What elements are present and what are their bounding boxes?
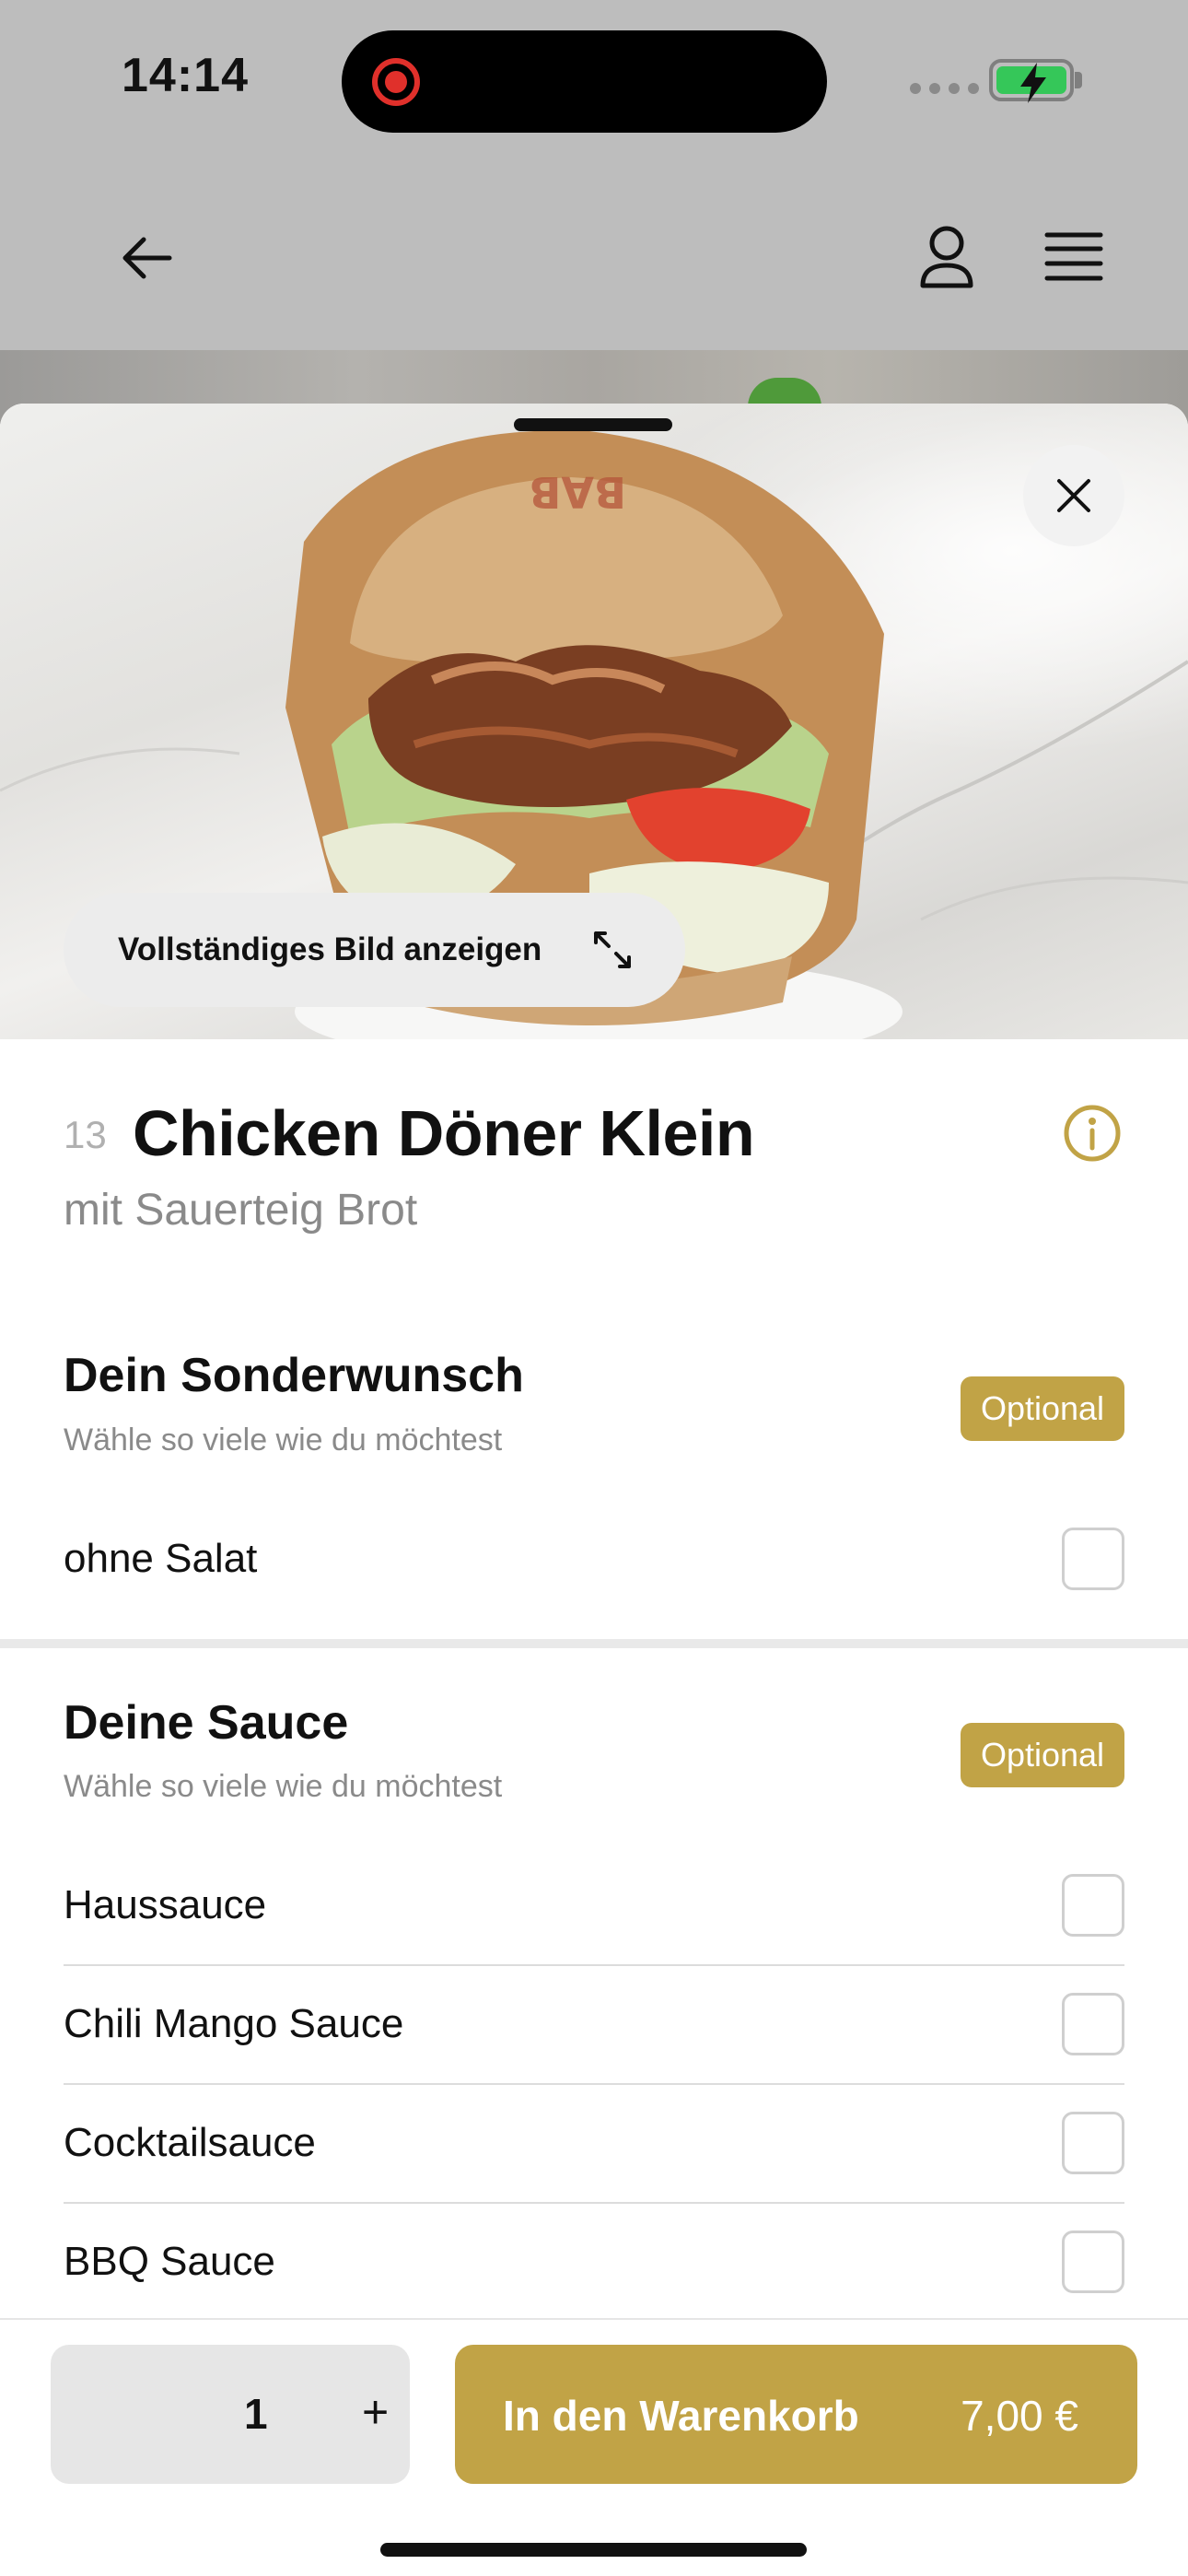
product-image[interactable]: BAB Vollständiges Bild anzeigen — [0, 404, 1188, 1039]
product-number: 13 — [64, 1113, 107, 1156]
option-cocktailsauce[interactable]: Cocktailsauce — [64, 2083, 1124, 2202]
expand-icon — [594, 931, 631, 968]
show-full-image-button[interactable]: Vollständiges Bild anzeigen — [64, 893, 685, 1007]
show-full-image-label: Vollständiges Bild anzeigen — [118, 931, 542, 967]
quantity-plus-button[interactable]: + — [362, 2385, 389, 2439]
option-label: BBQ Sauce — [64, 2238, 275, 2284]
group-hint-sauce: Wähle so viele wie du möchtest — [64, 1769, 503, 1804]
group-hint-sonderwunsch: Wähle so viele wie du möchtest — [64, 1423, 503, 1458]
sheet-grabber[interactable] — [514, 418, 672, 431]
option-label: ohne Salat — [64, 1535, 258, 1581]
close-button[interactable] — [1023, 445, 1124, 546]
option-label: Chili Mango Sauce — [64, 2000, 404, 2046]
option-haussauce[interactable]: Haussauce — [64, 1845, 1124, 1964]
quantity-stepper[interactable]: 1 + — [51, 2345, 410, 2484]
option-checkbox[interactable] — [1062, 1527, 1124, 1590]
option-checkbox[interactable] — [1062, 2111, 1124, 2174]
option-bbq-sauce[interactable]: BBQ Sauce — [64, 2202, 1124, 2321]
status-time: 14:14 — [122, 49, 249, 102]
option-label: Cocktailsauce — [64, 2119, 316, 2165]
background-app-header: 14:14 — [0, 0, 1188, 405]
optional-badge: Optional — [961, 1723, 1124, 1787]
info-icon[interactable] — [1063, 1104, 1122, 1163]
cart-price: 7,00 € — [961, 2392, 1078, 2440]
option-chili-mango-sauce[interactable]: Chili Mango Sauce — [64, 1964, 1124, 2083]
option-checkbox[interactable] — [1062, 1992, 1124, 2055]
screen-recording-icon — [372, 58, 420, 106]
optional-badge: Optional — [961, 1376, 1124, 1441]
add-to-cart-button[interactable]: In den Warenkorb 7,00 € — [455, 2345, 1137, 2484]
home-indicator[interactable] — [380, 2543, 807, 2557]
option-checkbox[interactable] — [1062, 2230, 1124, 2293]
product-sheet: BAB Vollständiges Bild anzeigen 13 Chick… — [0, 404, 1188, 2576]
product-title: Chicken Döner Klein — [133, 1097, 755, 1169]
group-title-sonderwunsch: Dein Sonderwunsch — [64, 1349, 524, 1402]
svg-text:BAB: BAB — [529, 467, 626, 517]
menu-icon[interactable] — [1044, 230, 1103, 286]
option-ohne-salat[interactable]: ohne Salat — [64, 1499, 1124, 1618]
option-label: Haussauce — [64, 1881, 267, 1927]
close-icon — [1057, 479, 1090, 512]
dynamic-island — [342, 30, 827, 133]
group-title-sauce: Deine Sauce — [64, 1696, 349, 1750]
bottom-action-bar: 1 + In den Warenkorb 7,00 € — [0, 2318, 1188, 2576]
user-icon[interactable] — [917, 225, 976, 291]
group-separator — [0, 1639, 1188, 1648]
quantity-value: 1 — [244, 2390, 268, 2438]
product-subtitle: mit Sauerteig Brot — [64, 1186, 418, 1235]
back-arrow-icon[interactable] — [120, 230, 175, 286]
battery-icon — [989, 59, 1074, 103]
option-checkbox[interactable] — [1062, 1873, 1124, 1937]
signal-icon — [910, 83, 979, 94]
add-to-cart-label: In den Warenkorb — [503, 2392, 859, 2440]
